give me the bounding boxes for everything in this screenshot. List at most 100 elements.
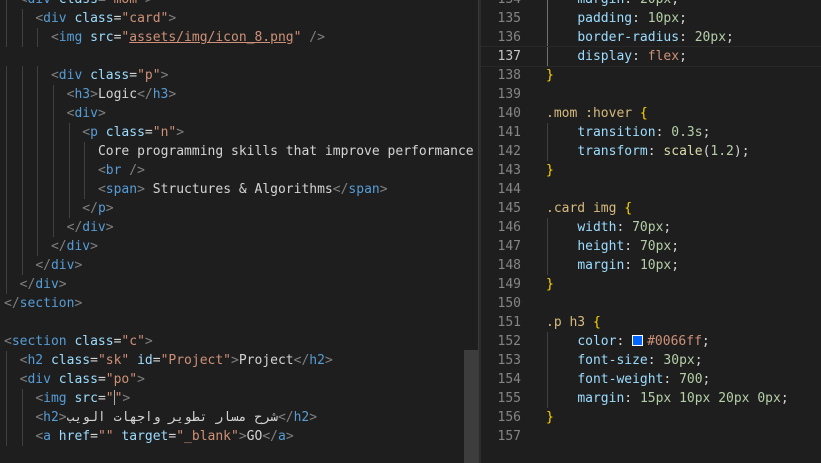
code-content: transform: scale(1.2); — [577, 142, 749, 161]
code-line[interactable]: </div> — [0, 218, 478, 237]
code-content: </div> — [35, 256, 82, 275]
code-line[interactable]: <div class="p"> — [0, 66, 478, 85]
code-token: a — [43, 429, 51, 444]
code-line[interactable]: 155 margin: 15px 10px 20px 0px; — [481, 389, 821, 408]
code-token: margin — [577, 258, 625, 273]
code-line[interactable]: </div> — [0, 256, 478, 275]
line-number[interactable]: 154 — [481, 370, 521, 389]
code-line[interactable]: 157 — [481, 427, 821, 446]
code-line[interactable]: <div class="po"> — [0, 370, 478, 389]
indent-guide — [68, 199, 70, 218]
code-token: transform — [577, 144, 648, 159]
code-line[interactable]: 135 padding: 10px; — [481, 9, 821, 28]
line-number[interactable]: 157 — [481, 427, 521, 446]
line-number[interactable]: 148 — [481, 256, 521, 275]
code-line[interactable]: <div class="mom"> — [0, 0, 478, 9]
code-line[interactable]: 144 — [481, 180, 821, 199]
code-token: border-radius — [577, 30, 680, 45]
code-line[interactable] — [0, 313, 478, 332]
line-number[interactable]: 150 — [481, 294, 521, 313]
code-line[interactable]: </p> — [0, 199, 478, 218]
code-token: 1.2 — [710, 144, 734, 159]
indent-guide — [21, 408, 23, 427]
line-number[interactable]: 134 — [481, 0, 521, 9]
indent-guide — [6, 9, 7, 28]
code-line[interactable]: <h2>شرح مسار تطوير واجهات الويب</h2> — [0, 408, 478, 427]
code-token: </ — [137, 87, 153, 102]
color-swatch[interactable] — [632, 335, 644, 346]
line-number[interactable]: 152 — [481, 332, 521, 351]
code-line[interactable] — [0, 47, 478, 66]
line-number[interactable]: 143 — [481, 161, 521, 180]
editor-pane-html[interactable]: <div class="mom"><div class="card"><img … — [0, 0, 478, 463]
code-line[interactable]: <div> — [0, 104, 478, 123]
code-line[interactable]: <a href="" target="_blank">GO</a> — [0, 427, 478, 446]
code-content: } — [546, 275, 554, 294]
line-number[interactable]: 135 — [481, 9, 521, 28]
line-number[interactable]: 151 — [481, 313, 521, 332]
code-line[interactable]: </div> — [0, 237, 478, 256]
code-line[interactable]: </div> — [0, 275, 478, 294]
code-line[interactable]: 141 transition: 0.3s; — [481, 123, 821, 142]
line-number[interactable]: 149 — [481, 275, 521, 294]
indent-guide — [68, 142, 70, 161]
code-line[interactable]: 150 — [481, 294, 821, 313]
code-line[interactable]: <h2 class="sk" id="Project">Project</h2> — [0, 351, 478, 370]
line-number[interactable]: 136 — [481, 28, 521, 47]
code-token: > — [168, 87, 177, 102]
code-line[interactable]: 151 .p h3 { — [481, 313, 821, 332]
code-line[interactable]: 137 display: flex; — [481, 46, 821, 67]
indent-guide — [21, 389, 23, 408]
code-line[interactable]: 147 height: 70px; — [481, 237, 821, 256]
indent-guide — [21, 180, 23, 199]
line-number[interactable]: 153 — [481, 351, 521, 370]
line-number[interactable]: 145 — [481, 199, 521, 218]
indent-guide — [6, 408, 7, 427]
code-token: Core programming skills that improve per… — [97, 144, 478, 159]
line-number[interactable]: 140 — [481, 104, 521, 123]
line-number[interactable]: 141 — [481, 123, 521, 142]
code-line[interactable]: </section> — [0, 294, 478, 313]
line-number[interactable]: 138 — [481, 66, 521, 85]
code-line[interactable]: 134 margin: 20px; — [481, 0, 821, 9]
code-line[interactable]: 140 .mom :hover { — [481, 104, 821, 123]
code-line[interactable]: 156} — [481, 408, 821, 427]
code-line[interactable]: <img src="assets/img/icon_8.png" /> — [0, 28, 478, 47]
code-line[interactable]: <p class="n"> — [0, 123, 478, 142]
line-number[interactable]: 144 — [481, 180, 521, 199]
code-token: 15px 10px 20px 0px — [639, 391, 781, 406]
code-line[interactable]: 148 margin: 10px; — [481, 256, 821, 275]
code-line[interactable]: 139 — [481, 85, 821, 104]
code-line[interactable]: <span> Structures & Algorithms</span> — [0, 180, 478, 199]
line-number[interactable]: 156 — [481, 408, 521, 427]
indent-guide — [6, 256, 7, 275]
editor-pane-css[interactable]: 134 margin: 20px; 135 padding: 10px; 136 bord… — [481, 0, 821, 463]
code-token: div — [74, 106, 98, 121]
code-line[interactable]: 146 width: 70px; — [481, 218, 821, 237]
code-line[interactable]: 143} — [481, 161, 821, 180]
indent-guide — [84, 180, 86, 199]
code-line[interactable]: Core programming skills that improve per… — [0, 142, 478, 161]
line-number[interactable]: 146 — [481, 218, 521, 237]
code-line[interactable]: 145 .card img { — [481, 199, 821, 218]
code-token: } — [546, 277, 554, 292]
code-line[interactable]: <br /> — [0, 161, 478, 180]
code-line[interactable]: <img src=""> — [0, 389, 478, 408]
code-line[interactable]: 153 font-size: 30px; — [481, 351, 821, 370]
line-number[interactable]: 147 — [481, 237, 521, 256]
code-token: class — [51, 0, 98, 7]
code-line[interactable]: 138} — [481, 66, 821, 85]
line-number[interactable]: 142 — [481, 142, 521, 161]
line-number[interactable]: 137 — [481, 47, 521, 66]
line-number[interactable]: 139 — [481, 85, 521, 104]
code-line[interactable]: 142 transform: scale(1.2); — [481, 142, 821, 161]
line-number[interactable]: 155 — [481, 389, 521, 408]
code-line[interactable]: 154 font-weight: 700; — [481, 370, 821, 389]
code-line[interactable]: <section class="c"> — [0, 332, 478, 351]
code-line[interactable]: <div class="card"> — [0, 9, 478, 28]
code-line[interactable]: 136 border-radius: 20px; — [481, 28, 821, 47]
code-line[interactable]: 152 color: #0066ff; — [481, 332, 821, 351]
code-line[interactable]: <h3>Logic</h3> — [0, 85, 478, 104]
code-line[interactable]: 149} — [481, 275, 821, 294]
code-token: > — [122, 391, 131, 406]
